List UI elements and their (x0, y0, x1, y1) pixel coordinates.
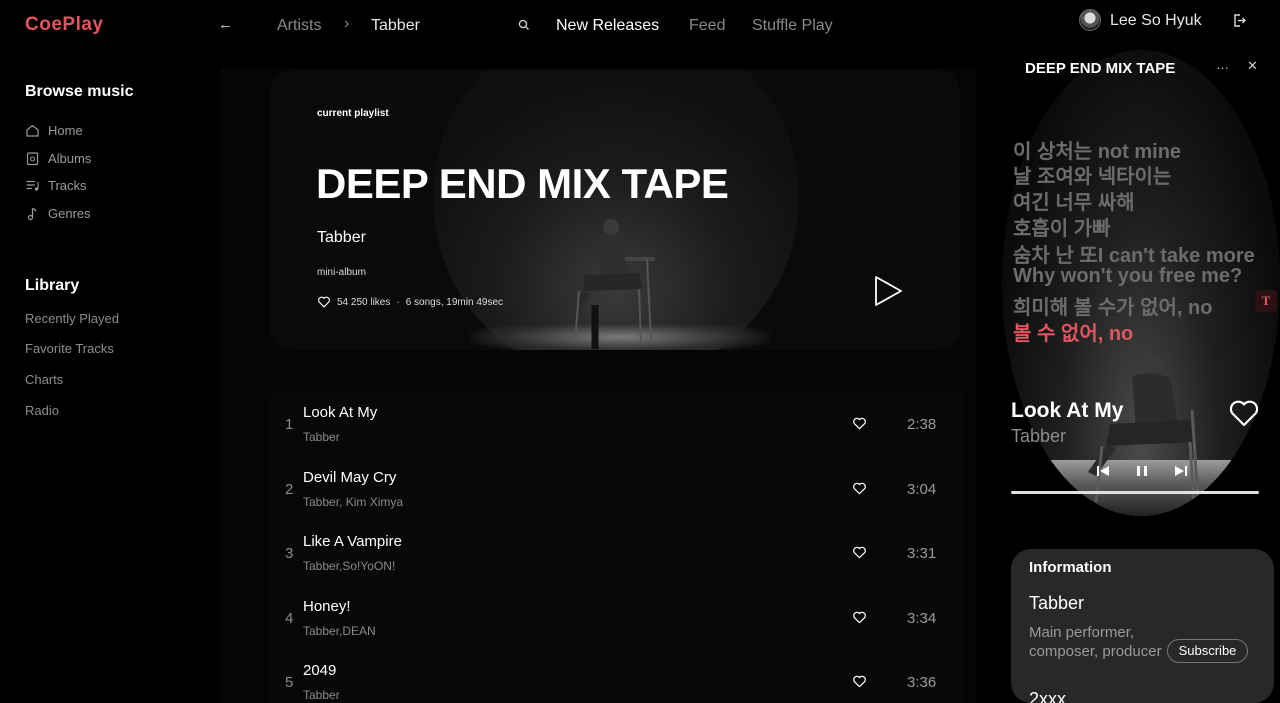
previous-track-icon[interactable] (1097, 466, 1109, 476)
sidebar-item-label: Genres (48, 206, 91, 221)
meta-separator: · (396, 296, 400, 308)
heart-icon[interactable] (852, 610, 867, 625)
track-number: 2 (285, 481, 294, 498)
user-name[interactable]: Lee So Hyuk (1110, 12, 1202, 30)
browse-music-heading: Browse music (25, 83, 134, 100)
track-title[interactable]: Look At My (303, 404, 377, 421)
app-logo[interactable]: CoePlay (25, 14, 103, 36)
lyric-line: 날 조여와 넥타이는 (1013, 166, 1172, 188)
subscribe-button[interactable]: Subscribe (1167, 639, 1248, 663)
heart-icon[interactable] (852, 481, 867, 496)
sidebar-item-radio[interactable]: Radio (25, 403, 59, 418)
back-arrow-icon[interactable]: ← (218, 16, 233, 33)
sidebar-item-label: Albums (48, 151, 92, 166)
nav-feed[interactable]: Feed (689, 17, 725, 35)
sidebar-item-tracks[interactable]: Tracks (25, 178, 87, 193)
heart-icon[interactable] (317, 295, 331, 309)
track-number: 1 (285, 416, 294, 433)
artist-roles: Main performer, composer, producer (1029, 624, 1162, 660)
track-duration: 3:36 (907, 674, 937, 691)
now-playing-playlist-title: DEEP END MIX TAPE (1025, 60, 1176, 77)
track-number: 3 (285, 545, 294, 562)
breadcrumb-current: Tabber (371, 17, 420, 34)
breadcrumb-artists[interactable]: Artists (277, 17, 321, 35)
lyric-line: 호흡이 가빠 (1013, 218, 1111, 240)
playlist-hero-card: current playlist DEEP END MIX TAPE Tabbe… (270, 70, 960, 350)
avatar[interactable] (1079, 9, 1101, 31)
sidebar-item-charts[interactable]: Charts (25, 372, 63, 387)
hero-artist-photo (573, 219, 655, 349)
lyric-line: 희미해 볼 수가 없어, no (1013, 297, 1213, 319)
heart-icon[interactable] (852, 416, 867, 431)
lyric-line: 숨차 난 또I can't take more (1013, 245, 1255, 267)
information-card: Information Tabber Main performer, compo… (1011, 549, 1274, 703)
sidebar-item-genres[interactable]: Genres (25, 206, 91, 221)
sidebar-item-recently-played[interactable]: Recently Played (25, 311, 119, 326)
track-artist[interactable]: Tabber,So!YoON! (303, 559, 395, 573)
nav-new-releases[interactable]: New Releases (556, 17, 659, 35)
sidebar-item-home[interactable]: Home (25, 123, 83, 138)
now-playing-artist[interactable]: Tabber (1011, 426, 1066, 447)
track-artist[interactable]: Tabber, Kim Ximya (303, 495, 403, 509)
likes-count: 54 250 likes (337, 296, 391, 308)
track-list: 1 Look At My Tabber 2:38 2 Devil May Cry… (270, 393, 964, 703)
track-duration: 3:34 (907, 610, 937, 627)
pause-icon[interactable] (1137, 466, 1147, 476)
lyric-line-active: 볼 수 없어, no (1013, 323, 1134, 345)
heart-icon[interactable] (852, 674, 867, 689)
track-title[interactable]: Honey! (303, 598, 351, 615)
translate-lyrics-button[interactable]: T (1255, 290, 1277, 312)
information-heading: Information (1029, 559, 1112, 576)
genres-icon (27, 207, 37, 221)
playlist-tag: current playlist (317, 108, 389, 119)
home-icon (26, 124, 39, 137)
track-row[interactable]: 3 Like A Vampire Tabber,So!YoON! 3:31 (270, 522, 964, 586)
playlist-title: DEEP END MIX TAPE (316, 160, 729, 207)
breadcrumb-chevron-icon: › (344, 15, 350, 32)
close-icon[interactable]: ✕ (1247, 58, 1258, 74)
playlist-type: mini-album (317, 267, 366, 278)
track-artist[interactable]: Tabber (303, 688, 340, 702)
now-playing-song: Look At My (1011, 399, 1124, 422)
now-playing-artist-photo (1088, 354, 1200, 507)
playlist-meta: 54 250 likes · 6 songs, 19min 49sec (317, 295, 503, 309)
playback-progress-bar[interactable] (1011, 491, 1259, 494)
logout-icon[interactable] (1232, 13, 1247, 28)
track-title[interactable]: Like A Vampire (303, 533, 402, 550)
track-row[interactable]: 5 2049 Tabber 3:36 (270, 651, 964, 703)
track-number: 5 (285, 674, 294, 691)
heart-icon[interactable] (1228, 398, 1260, 428)
lyric-line: Why won't you free me? (1013, 265, 1243, 287)
albums-icon (26, 152, 39, 166)
more-options-icon[interactable]: ··· (1216, 60, 1229, 75)
track-duration: 3:04 (907, 481, 937, 498)
track-number: 4 (285, 610, 294, 627)
songs-summary: 6 songs, 19min 49sec (405, 296, 503, 308)
track-row[interactable]: 2 Devil May Cry Tabber, Kim Ximya 3:04 (270, 458, 964, 522)
sidebar-item-label: Home (48, 123, 83, 138)
search-icon[interactable] (517, 18, 531, 32)
heart-icon[interactable] (852, 545, 867, 560)
track-title[interactable]: Devil May Cry (303, 469, 396, 486)
library-heading: Library (25, 277, 80, 294)
tracks-icon (26, 180, 39, 191)
track-title[interactable]: 2049 (303, 662, 336, 679)
track-artist[interactable]: Tabber (303, 430, 340, 444)
track-duration: 2:38 (907, 416, 937, 433)
sidebar-item-favorite-tracks[interactable]: Favorite Tracks (25, 341, 114, 356)
track-row[interactable]: 4 Honey! Tabber,DEAN 3:34 (270, 587, 964, 651)
playback-controls (1097, 466, 1187, 476)
sidebar-item-albums[interactable]: Albums (25, 151, 91, 166)
next-artist-name[interactable]: 2xxx (1029, 689, 1066, 703)
nav-shuffle-play[interactable]: Stuffle Play (752, 17, 833, 35)
playlist-artist[interactable]: Tabber (317, 229, 366, 247)
play-icon[interactable] (872, 274, 904, 308)
sidebar-item-label: Tracks (48, 178, 87, 193)
next-track-icon[interactable] (1175, 466, 1187, 476)
track-duration: 3:31 (907, 545, 937, 562)
track-artist[interactable]: Tabber,DEAN (303, 624, 376, 638)
lyric-line: 여긴 너무 싸해 (1013, 192, 1135, 214)
artist-name[interactable]: Tabber (1029, 593, 1084, 614)
track-row[interactable]: 1 Look At My Tabber 2:38 (270, 393, 964, 457)
